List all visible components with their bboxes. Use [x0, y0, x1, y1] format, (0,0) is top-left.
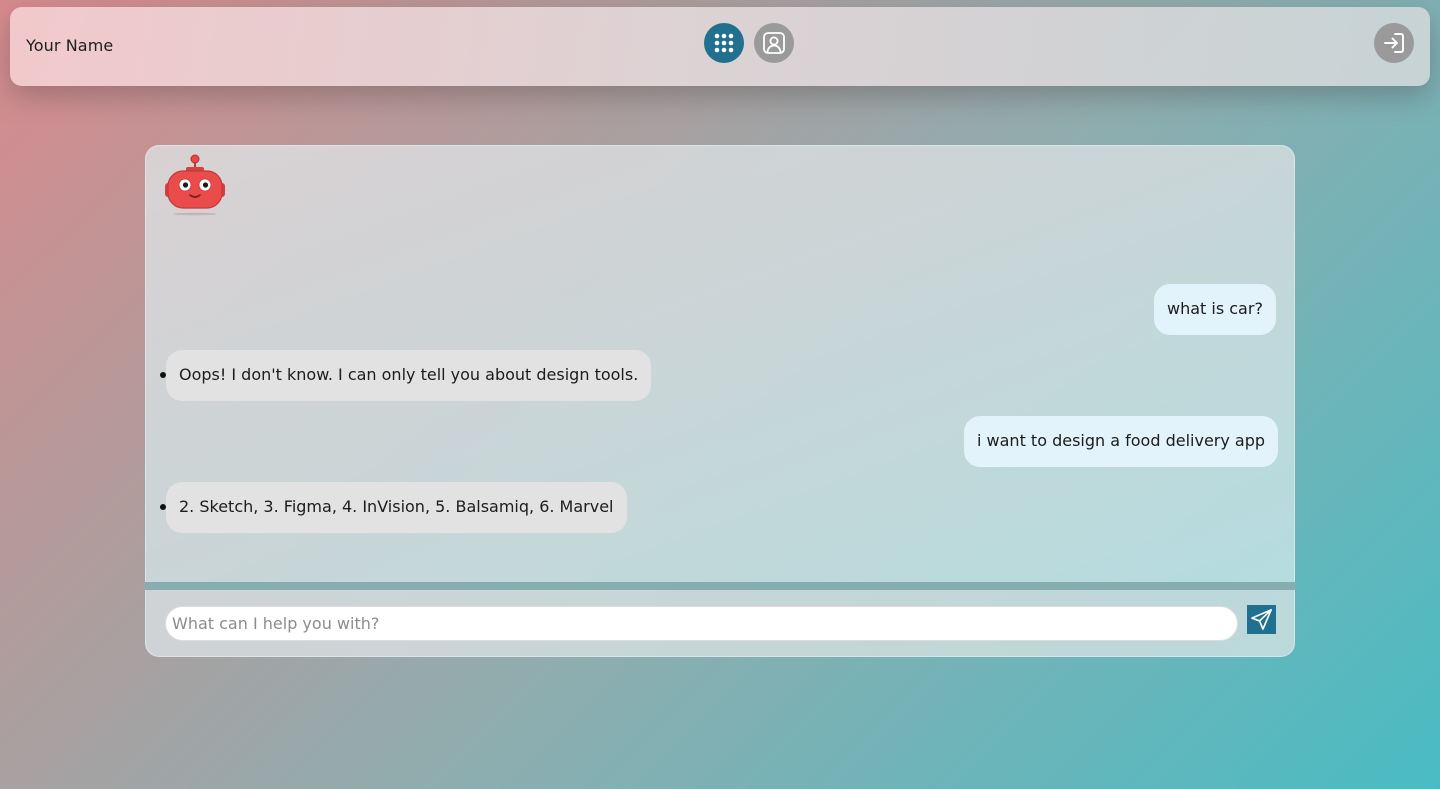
- bot-message: Oops! I don't know. I can only tell you …: [166, 350, 652, 401]
- composer: [145, 590, 1295, 657]
- send-button[interactable]: [1247, 605, 1276, 634]
- logout-button[interactable]: [1374, 23, 1414, 63]
- sign-in-arrow-icon: [1384, 33, 1404, 53]
- user-message: i want to design a food delivery app: [964, 416, 1279, 467]
- paper-plane-icon: [1251, 609, 1272, 630]
- profile-button[interactable]: [754, 23, 794, 63]
- contact-card-icon: [763, 32, 785, 54]
- user-name: Your Name: [26, 36, 114, 55]
- apps-button[interactable]: [704, 23, 744, 63]
- bot-message: 2. Sketch, 3. Figma, 4. InVision, 5. Bal…: [166, 482, 627, 533]
- user-message: what is car?: [1154, 284, 1276, 335]
- robot-icon: [165, 154, 225, 216]
- panel-divider: [145, 582, 1295, 590]
- chat-window: what is car? Oops! I don't know. I can o…: [145, 145, 1295, 582]
- message-input[interactable]: [165, 606, 1238, 641]
- grid-dots-icon: [714, 33, 734, 53]
- top-navbar: Your Name: [10, 7, 1430, 86]
